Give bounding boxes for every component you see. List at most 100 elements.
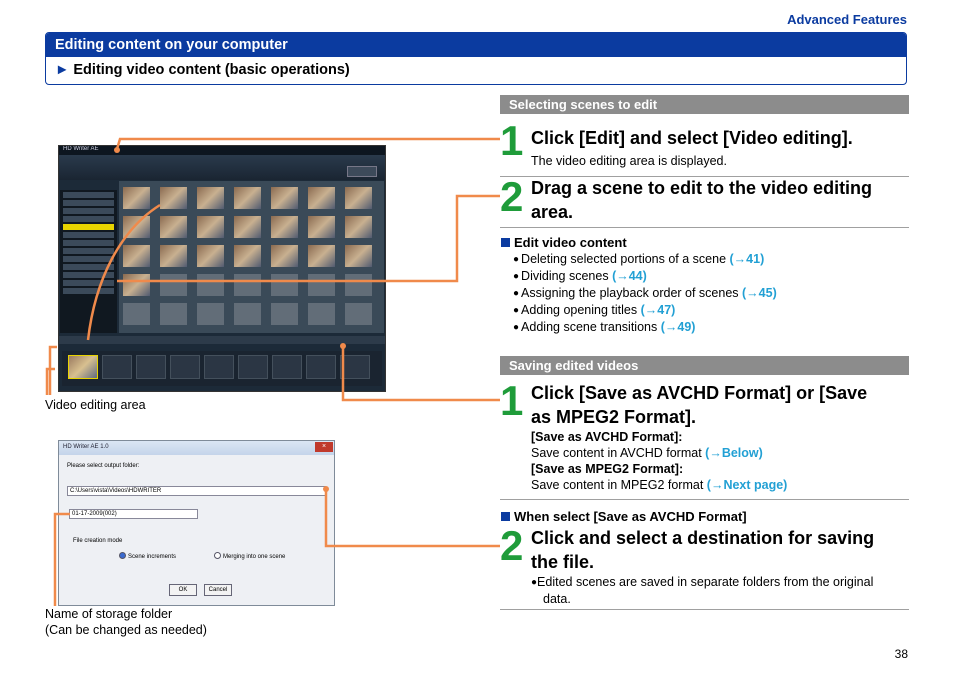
scene-thumbnail[interactable]	[271, 303, 298, 325]
page-link[interactable]: (→49)	[661, 320, 696, 334]
scene-thumbnail[interactable]	[345, 245, 372, 267]
scene-thumbnail[interactable]	[234, 187, 261, 209]
list-item: Adding scene transitions (→49)	[513, 319, 777, 336]
step-title-line: as MPEG2 Format].	[531, 407, 697, 427]
output-path-field[interactable]: C:\Users\vista\Videos\HDWRITER	[67, 486, 326, 496]
video-editing-strip	[62, 351, 382, 386]
scene-thumbnail[interactable]	[197, 216, 224, 238]
callout-destination	[324, 490, 500, 548]
desc-text: Save content in MPEG2 format	[531, 478, 707, 492]
scene-thumbnail[interactable]	[345, 216, 372, 238]
step-title-line: Click [Save as AVCHD Format] or [Save	[531, 383, 868, 403]
scene-thumbnail[interactable]	[271, 187, 298, 209]
scene-increments-option[interactable]: Scene increments	[119, 552, 176, 560]
scene-thumbnail[interactable]	[271, 245, 298, 267]
scene-thumbnail[interactable]	[197, 274, 224, 296]
heading-text: When select [Save as AVCHD Format]	[514, 509, 747, 524]
heading-text: Edit video content	[514, 235, 627, 250]
scene-thumbnail[interactable]	[234, 303, 261, 325]
editing-slot[interactable]	[272, 355, 302, 379]
callout-video-editing-area	[45, 345, 57, 395]
editing-slot[interactable]	[136, 355, 166, 379]
caption-line: (Can be changed as needed)	[45, 623, 207, 637]
dialog-prompt: Please select output folder:	[67, 463, 140, 469]
folder-name-field[interactable]: 01-17-2009(002)	[69, 509, 198, 519]
editing-slot[interactable]	[170, 355, 200, 379]
page-link[interactable]: (→Below)	[705, 446, 763, 460]
page-link[interactable]: (→47)	[641, 303, 676, 317]
section-bar-selecting: Selecting scenes to edit	[500, 95, 909, 114]
scene-thumbnail[interactable]	[123, 274, 150, 296]
editing-slot[interactable]	[204, 355, 234, 379]
editing-slot[interactable]	[68, 355, 98, 379]
page-link[interactable]: (→45)	[742, 286, 777, 300]
scene-thumbnail[interactable]	[345, 303, 372, 325]
ok-button[interactable]: OK	[169, 584, 197, 596]
step-title-line: Click and select a destination for savin…	[531, 528, 875, 548]
merge-option[interactable]: Merging into one scene	[214, 552, 285, 560]
scene-thumbnail[interactable]	[308, 245, 335, 267]
scene-thumbnail[interactable]	[123, 245, 150, 267]
scene-thumbnail[interactable]	[234, 274, 261, 296]
divider	[500, 609, 909, 610]
scene-thumbnail[interactable]	[271, 216, 298, 238]
scene-thumbnail[interactable]	[308, 303, 335, 325]
editing-slot[interactable]	[102, 355, 132, 379]
page-link[interactable]: (→41)	[730, 252, 765, 266]
square-bullet-icon	[501, 512, 510, 521]
scene-thumbnail[interactable]	[234, 245, 261, 267]
radio-selected-icon	[119, 552, 126, 559]
avchd-desc: Save content in AVCHD format (→Below)	[531, 445, 787, 461]
scene-thumbnail[interactable]	[197, 245, 224, 267]
item-text: Adding opening titles	[521, 303, 641, 317]
scene-thumbnail[interactable]	[234, 216, 261, 238]
caption-storage-folder: Name of storage folder (Can be changed a…	[45, 606, 207, 638]
scene-thumbnail[interactable]	[123, 187, 150, 209]
scene-thumbnail[interactable]	[123, 216, 150, 238]
scene-thumbnail[interactable]	[197, 187, 224, 209]
when-select-heading: When select [Save as AVCHD Format]	[501, 509, 747, 524]
scene-thumbnail[interactable]	[160, 187, 187, 209]
scene-thumbnail[interactable]	[160, 216, 187, 238]
step-title: Click [Save as AVCHD Format] or [Save as…	[531, 381, 867, 429]
editing-slot[interactable]	[340, 355, 370, 379]
app-title: HD Writer AE	[59, 146, 385, 155]
list-item: Assigning the playback order of scenes (…	[513, 285, 777, 302]
scene-thumbnail[interactable]	[345, 187, 372, 209]
scene-thumbnail[interactable]	[160, 303, 187, 325]
save-options: [Save as AVCHD Format]: Save content in …	[531, 429, 787, 493]
page-link[interactable]: (→Next page)	[707, 478, 788, 492]
option-label: Scene increments	[128, 554, 177, 560]
scene-thumbnail[interactable]	[271, 274, 298, 296]
scene-thumbnail[interactable]	[308, 216, 335, 238]
folder-tree	[60, 190, 117, 333]
radio-icon	[214, 552, 221, 559]
step-number: 2	[500, 522, 524, 569]
scene-thumbnail[interactable]	[123, 303, 150, 325]
edit-button[interactable]	[347, 166, 377, 177]
close-icon[interactable]: ×	[315, 442, 333, 452]
edit-toolbar	[59, 336, 385, 344]
avchd-label: [Save as AVCHD Format]:	[531, 430, 683, 444]
page-link[interactable]: (→44)	[612, 269, 647, 283]
app-toolbar	[59, 155, 385, 180]
step-title-line: Drag a scene to edit to the video editin…	[531, 178, 873, 198]
caption-video-editing-area: Video editing area	[45, 398, 146, 412]
item-text: Deleting selected portions of a scene	[521, 252, 730, 266]
scene-thumbnail[interactable]	[308, 187, 335, 209]
scene-thumbnail[interactable]	[345, 274, 372, 296]
list-item: Adding opening titles (→47)	[513, 302, 777, 319]
note-line: ●Edited scenes are saved in separate fol…	[531, 574, 873, 591]
dialog-title: HD Writer AE 1.0	[59, 441, 334, 455]
editing-slot[interactable]	[306, 355, 336, 379]
scene-thumbnail[interactable]	[160, 245, 187, 267]
scene-thumbnail[interactable]	[160, 274, 187, 296]
editing-slot[interactable]	[238, 355, 268, 379]
scene-thumbnail[interactable]	[308, 274, 335, 296]
page-subtitle: ► Editing video content (basic operation…	[46, 57, 906, 78]
cancel-button[interactable]: Cancel	[204, 584, 232, 596]
divider	[500, 499, 909, 500]
scene-thumbnail[interactable]	[197, 303, 224, 325]
note-text: Edited scenes are saved in separate fold…	[537, 575, 874, 589]
page-title: Editing content on your computer	[46, 33, 906, 57]
